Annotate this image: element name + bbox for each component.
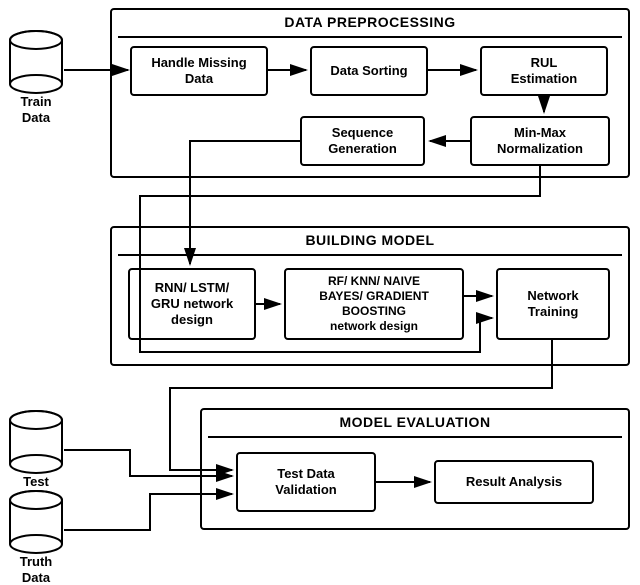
truth-data-cylinder: TruthData [8,490,64,554]
network-training-box: NetworkTraining [496,268,610,340]
rul-estimation-box: RULEstimation [480,46,608,96]
divider [118,254,622,256]
test-data-cylinder: TestData [8,410,64,474]
model-evaluation-title: MODEL EVALUATION [339,414,490,430]
ml-design-box: RF/ KNN/ NAIVEBAYES/ GRADIENTBOOSTINGnet… [284,268,464,340]
minmax-normalization-box: Min-MaxNormalization [470,116,610,166]
truth-data-label: TruthData [20,554,53,585]
divider [208,436,622,438]
divider [118,36,622,38]
handle-missing-data-box: Handle MissingData [130,46,268,96]
building-model-title: BUILDING MODEL [305,232,434,248]
sequence-generation-box: SequenceGeneration [300,116,425,166]
nn-design-box: RNN/ LSTM/GRU networkdesign [128,268,256,340]
train-data-cylinder: TrainData [8,30,64,94]
data-preprocessing-title: DATA PREPROCESSING [284,14,455,30]
result-analysis-box: Result Analysis [434,460,594,504]
data-sorting-box: Data Sorting [310,46,428,96]
train-data-label: TrainData [20,94,51,125]
test-data-validation-box: Test DataValidation [236,452,376,512]
